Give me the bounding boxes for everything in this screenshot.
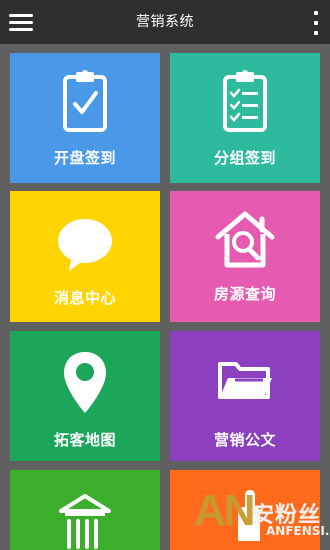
chat-bubble-icon <box>58 219 112 271</box>
tile-kaipan-qiandao[interactable]: 开盘签到 <box>10 53 160 183</box>
more-icon[interactable] <box>310 11 322 35</box>
tile-label: 房源查询 <box>213 285 276 303</box>
tile-label: 营销公文 <box>213 431 276 449</box>
house-search-icon <box>215 211 275 268</box>
watermark-site: ANFENSI.COM <box>266 524 330 538</box>
tile-label: 拓客地图 <box>53 431 116 449</box>
tile-fangyuan-chaxun[interactable]: 房源查询 <box>170 191 320 322</box>
page-title: 营销系统 <box>136 14 194 30</box>
tile-bottom-left[interactable] <box>10 470 160 550</box>
tile-label: 开盘签到 <box>53 149 116 167</box>
map-pin-icon <box>64 352 106 413</box>
clipboard-check-icon <box>63 70 107 132</box>
folder-icon <box>218 362 272 399</box>
top-bar: 营销系统 <box>0 0 330 44</box>
watermark: AN 安粉丝 ANFENSI.COM <box>194 486 330 550</box>
clipboard-list-icon <box>223 70 267 132</box>
tile-tuoke-ditu[interactable]: 拓客地图 <box>10 331 160 461</box>
tile-label: 消息中心 <box>53 289 116 307</box>
tile-label: 分组签到 <box>213 149 276 167</box>
building-icon <box>59 494 111 549</box>
tile-xiaoxi-zhongxin[interactable]: 消息中心 <box>10 191 160 322</box>
tile-yingxiao-gongwen[interactable]: 营销公文 <box>170 331 320 461</box>
watermark-brand: AN <box>194 486 256 535</box>
tile-fenzu-qiandao[interactable]: 分组签到 <box>170 53 320 183</box>
app-screen: 营销系统 开盘签到 分组签到 消息中心 房源查询 拓客地图 营销公文 AN 安粉… <box>0 0 330 550</box>
